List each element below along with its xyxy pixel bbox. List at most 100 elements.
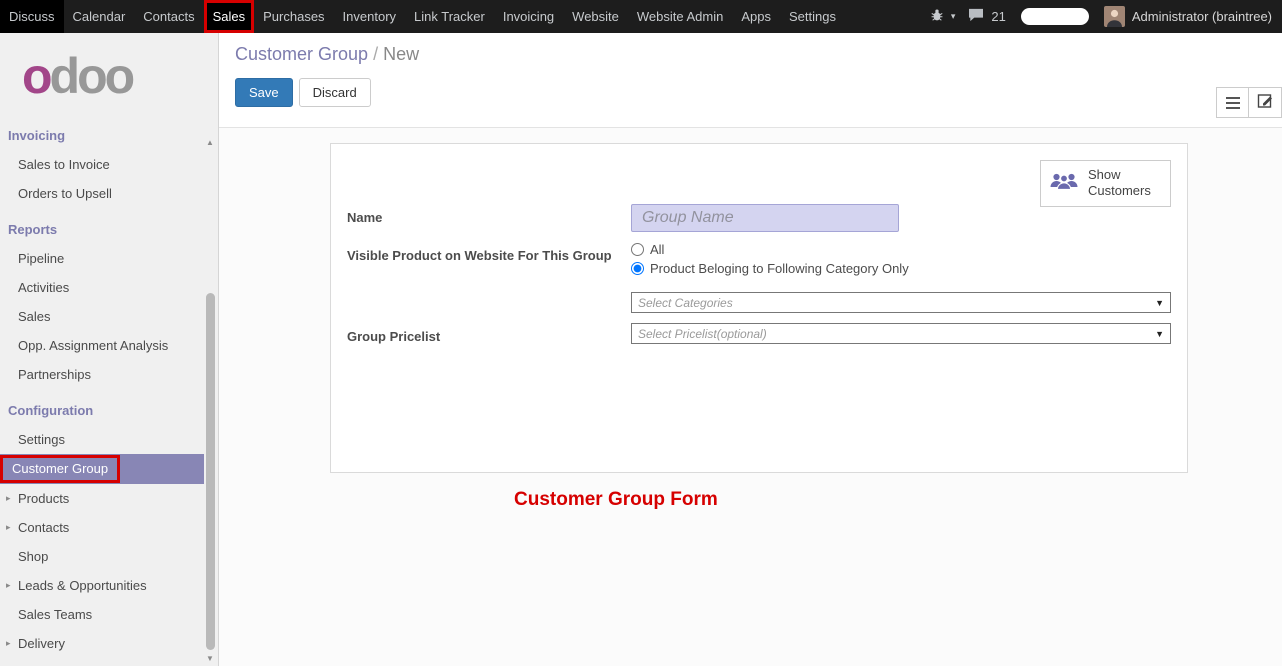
pricelist-field-label: Group Pricelist bbox=[347, 323, 631, 344]
messages-count-badge[interactable]: 21 bbox=[991, 9, 1005, 24]
sidebar-item-pipeline[interactable]: Pipeline bbox=[0, 244, 218, 273]
sidebar-item-contacts[interactable]: ▸ Contacts bbox=[0, 513, 218, 542]
pricelist-select[interactable]: Select Pricelist(optional) ▼ bbox=[631, 323, 1171, 344]
navbar-right-zone: ▾ 21 Administrator (braintree) bbox=[930, 0, 1282, 33]
annotation-caption: Customer Group Form bbox=[514, 489, 718, 511]
nav-item-apps[interactable]: Apps bbox=[732, 0, 780, 33]
form-view-edit-icon bbox=[1257, 92, 1274, 114]
visibility-field-label: Visible Product on Website For This Grou… bbox=[347, 242, 631, 263]
visibility-category-label[interactable]: Product Beloging to Following Category O… bbox=[650, 261, 909, 276]
expand-caret-icon: ▸ bbox=[6, 522, 18, 533]
sidebar-scrollbar: ▲ ▼ bbox=[202, 138, 218, 666]
group-name-input[interactable] bbox=[631, 204, 899, 232]
sidebar: odoo Invoicing Sales to Invoice Orders t… bbox=[0, 33, 219, 666]
expand-caret-icon: ▸ bbox=[6, 580, 18, 591]
sidebar-menu: Invoicing Sales to Invoice Orders to Ups… bbox=[0, 114, 218, 658]
sidebar-item-label: Shop bbox=[18, 549, 48, 564]
sidebar-item-opp-assignment-analysis[interactable]: Opp. Assignment Analysis bbox=[0, 331, 218, 360]
show-customers-button[interactable]: Show Customers bbox=[1040, 160, 1171, 207]
section-title-configuration: Configuration bbox=[0, 389, 218, 425]
sidebar-item-delivery[interactable]: ▸ Delivery bbox=[0, 629, 218, 658]
sidebar-item-label: Pipeline bbox=[18, 251, 64, 266]
messages-chat-icon[interactable] bbox=[968, 8, 984, 25]
pricelist-select-placeholder: Select Pricelist(optional) bbox=[638, 327, 767, 341]
main-area: Customer Group/New Save Discard bbox=[219, 33, 1282, 666]
sidebar-item-label: Activities bbox=[18, 280, 69, 295]
nav-item-invoicing[interactable]: Invoicing bbox=[494, 0, 563, 33]
sidebar-item-activities[interactable]: Activities bbox=[0, 273, 218, 302]
sidebar-item-sales-to-invoice[interactable]: Sales to Invoice bbox=[0, 150, 218, 179]
debug-bug-icon[interactable] bbox=[930, 8, 944, 25]
dropdown-arrow-icon: ▼ bbox=[1155, 329, 1164, 339]
section-title-invoicing: Invoicing bbox=[0, 114, 218, 150]
sidebar-item-label: Customer Group bbox=[3, 458, 117, 480]
name-field-cell bbox=[631, 204, 1171, 232]
breadcrumb-current: New bbox=[383, 44, 419, 64]
form-content-area: Show Customers Name Visible Product on W… bbox=[219, 128, 1282, 511]
nav-item-contacts[interactable]: Contacts bbox=[134, 0, 203, 33]
form-sheet: Show Customers Name Visible Product on W… bbox=[330, 143, 1188, 473]
sidebar-item-orders-to-upsell[interactable]: Orders to Upsell bbox=[0, 179, 218, 208]
nav-item-purchases[interactable]: Purchases bbox=[254, 0, 333, 33]
nav-item-inventory[interactable]: Inventory bbox=[334, 0, 405, 33]
nav-item-link-tracker[interactable]: Link Tracker bbox=[405, 0, 494, 33]
breadcrumb-separator: / bbox=[368, 44, 383, 64]
expand-caret-icon: ▸ bbox=[6, 638, 18, 649]
discard-button[interactable]: Discard bbox=[299, 78, 371, 107]
nav-item-sales[interactable]: Sales bbox=[204, 0, 255, 33]
view-switcher bbox=[1216, 87, 1282, 118]
app-window: Discuss Calendar Contacts Sales Purchase… bbox=[0, 0, 1282, 666]
nav-item-website-admin[interactable]: Website Admin bbox=[628, 0, 732, 33]
visibility-option-all: All bbox=[631, 242, 1171, 257]
sidebar-item-label: Opp. Assignment Analysis bbox=[18, 338, 168, 353]
scroll-down-icon[interactable]: ▼ bbox=[206, 654, 214, 663]
sidebar-item-partnerships[interactable]: Partnerships bbox=[0, 360, 218, 389]
dropdown-arrow-icon: ▼ bbox=[1155, 298, 1164, 308]
sidebar-item-label: Orders to Upsell bbox=[18, 186, 112, 201]
sidebar-item-label: Delivery bbox=[18, 636, 65, 651]
visibility-all-radio[interactable] bbox=[631, 243, 644, 256]
sidebar-item-label: Products bbox=[18, 491, 69, 506]
sidebar-item-customer-group[interactable]: Customer Group bbox=[0, 454, 204, 484]
sidebar-item-label: Leads & Opportunities bbox=[18, 578, 147, 593]
nav-item-calendar[interactable]: Calendar bbox=[64, 0, 135, 33]
scrollbar-thumb[interactable] bbox=[206, 293, 215, 650]
sidebar-item-leads-opportunities[interactable]: ▸ Leads & Opportunities bbox=[0, 571, 218, 600]
sidebar-item-shop[interactable]: Shop bbox=[0, 542, 218, 571]
sidebar-item-label: Contacts bbox=[18, 520, 69, 535]
list-view-button[interactable] bbox=[1216, 87, 1249, 118]
sidebar-item-sales[interactable]: Sales bbox=[0, 302, 218, 331]
visibility-option-category: Product Beloging to Following Category O… bbox=[631, 261, 1171, 276]
sidebar-item-products[interactable]: ▸ Products bbox=[0, 484, 218, 513]
sidebar-item-label: Settings bbox=[18, 432, 65, 447]
timer-widget[interactable] bbox=[1021, 8, 1089, 25]
show-customers-label: Show Customers bbox=[1088, 167, 1162, 200]
sidebar-item-settings[interactable]: Settings bbox=[0, 425, 218, 454]
debug-caret-down-icon[interactable]: ▾ bbox=[951, 11, 956, 22]
sidebar-item-label: Partnerships bbox=[18, 367, 91, 382]
logo-first-letter: o bbox=[22, 48, 50, 104]
visibility-category-radio[interactable] bbox=[631, 262, 644, 275]
nav-item-discuss[interactable]: Discuss bbox=[0, 0, 64, 33]
customers-group-icon bbox=[1049, 171, 1079, 196]
save-button[interactable]: Save bbox=[235, 78, 293, 107]
sidebar-item-label: Sales Teams bbox=[18, 607, 92, 622]
control-panel: Customer Group/New Save Discard bbox=[219, 33, 1282, 128]
sidebar-item-sales-teams[interactable]: Sales Teams bbox=[0, 600, 218, 629]
sidebar-item-label: Sales to Invoice bbox=[18, 157, 110, 172]
odoo-logo[interactable]: odoo bbox=[0, 33, 218, 114]
breadcrumb: Customer Group/New bbox=[235, 44, 1266, 65]
nav-item-settings[interactable]: Settings bbox=[780, 0, 845, 33]
top-navbar: Discuss Calendar Contacts Sales Purchase… bbox=[0, 0, 1282, 33]
form-view-button[interactable] bbox=[1249, 87, 1282, 118]
visibility-all-label[interactable]: All bbox=[650, 242, 664, 257]
expand-caret-icon: ▸ bbox=[6, 493, 18, 504]
section-title-reports: Reports bbox=[0, 208, 218, 244]
scroll-up-icon[interactable]: ▲ bbox=[206, 138, 214, 147]
user-avatar[interactable] bbox=[1104, 6, 1125, 27]
categories-select[interactable]: Select Categories ▼ bbox=[631, 292, 1171, 313]
name-field-label: Name bbox=[347, 204, 631, 225]
breadcrumb-parent-link[interactable]: Customer Group bbox=[235, 44, 368, 64]
user-menu[interactable]: Administrator (braintree) bbox=[1132, 9, 1272, 24]
nav-item-website[interactable]: Website bbox=[563, 0, 628, 33]
